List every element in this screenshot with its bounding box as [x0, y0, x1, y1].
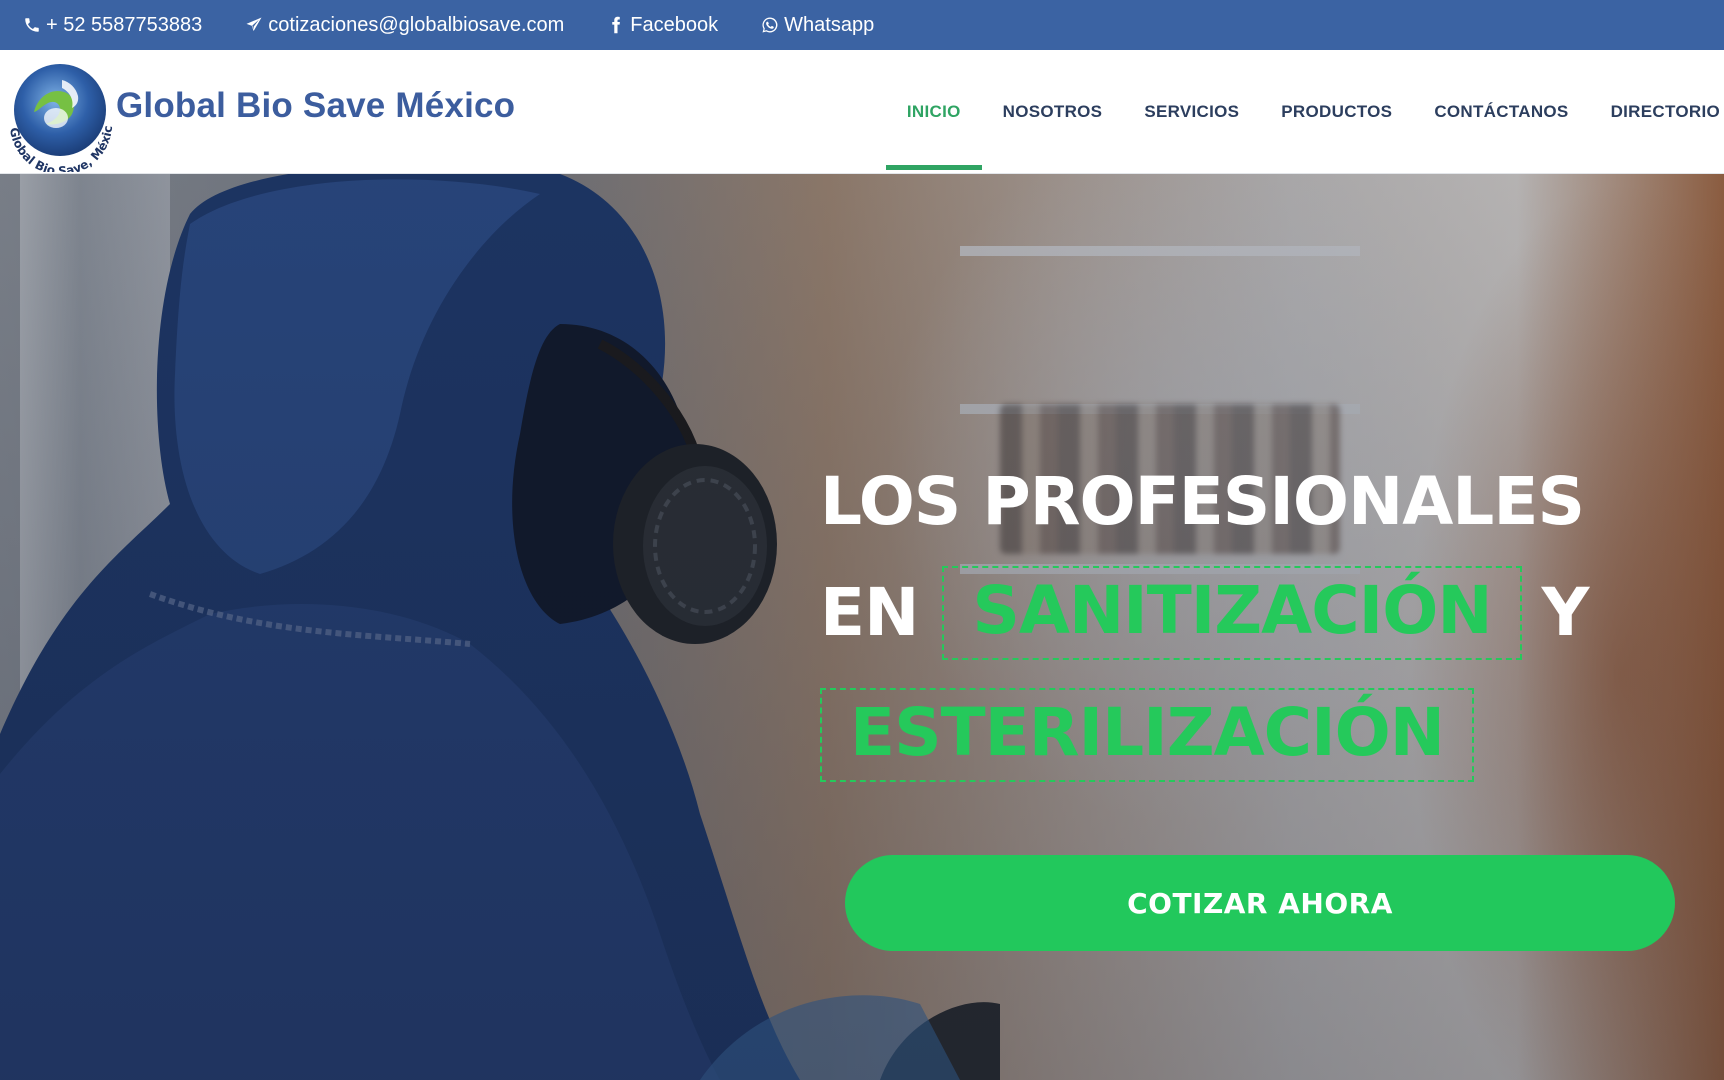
whatsapp-label: Whatsapp: [784, 13, 875, 36]
globe-logo-icon: Global Bio Save, México: [0, 45, 115, 178]
facebook-label: Facebook: [630, 13, 719, 36]
nav-item-contactanos[interactable]: CONTÁCTANOS: [1413, 50, 1589, 174]
logo-link[interactable]: Global Bio Save, México: [0, 45, 120, 178]
headline-line-2: EN SANITIZACIÓN Y: [820, 552, 1700, 674]
nav-item-directorio[interactable]: DIRECTORIO: [1590, 50, 1724, 174]
headline-highlight-sanitizacion: SANITIZACIÓN: [942, 566, 1522, 660]
brand-name[interactable]: Global Bio Save México: [116, 86, 515, 126]
paper-plane-icon: [244, 15, 264, 35]
main-nav: INICIO NOSOTROS SERVICIOS PRODUCTOS CONT…: [885, 50, 1724, 174]
nav-item-productos[interactable]: PRODUCTOS: [1260, 50, 1413, 174]
headline-text-y: Y: [1541, 574, 1590, 651]
headline-text-1: LOS PROFESIONALES: [820, 463, 1585, 540]
headline-line-1: LOS PROFESIONALES: [820, 452, 1700, 552]
email-address: cotizaciones@globalbiosave.com: [268, 13, 565, 36]
whatsapp-icon: [760, 15, 780, 35]
nav-item-nosotros[interactable]: NOSOTROS: [982, 50, 1124, 174]
phone-number: + 52 5587753883: [46, 13, 203, 36]
facebook-link[interactable]: Facebook: [606, 14, 718, 37]
hero-section: LOS PROFESIONALES EN SANITIZACIÓN Y ESTE…: [0, 174, 1724, 1080]
phone-icon: [22, 15, 42, 35]
nav-item-inicio[interactable]: INICIO: [885, 50, 982, 174]
facebook-icon: [606, 15, 626, 35]
nav-item-servicios[interactable]: SERVICIOS: [1123, 50, 1260, 174]
top-contact-bar: + 52 5587753883 cotizaciones@globalbiosa…: [0, 0, 1724, 50]
site-header: Global Bio Save, México Global Bio Save …: [0, 45, 1724, 178]
hero-headline: LOS PROFESIONALES EN SANITIZACIÓN Y ESTE…: [820, 452, 1700, 796]
headline-line-3: ESTERILIZACIÓN: [820, 674, 1700, 796]
whatsapp-link[interactable]: Whatsapp: [760, 14, 874, 37]
headline-text-en: EN: [820, 574, 919, 651]
cotizar-ahora-button[interactable]: COTIZAR AHORA: [845, 855, 1675, 951]
email-link[interactable]: cotizaciones@globalbiosave.com: [244, 14, 564, 37]
phone-link[interactable]: + 52 5587753883: [22, 14, 202, 37]
headline-highlight-esterilizacion: ESTERILIZACIÓN: [820, 688, 1474, 782]
